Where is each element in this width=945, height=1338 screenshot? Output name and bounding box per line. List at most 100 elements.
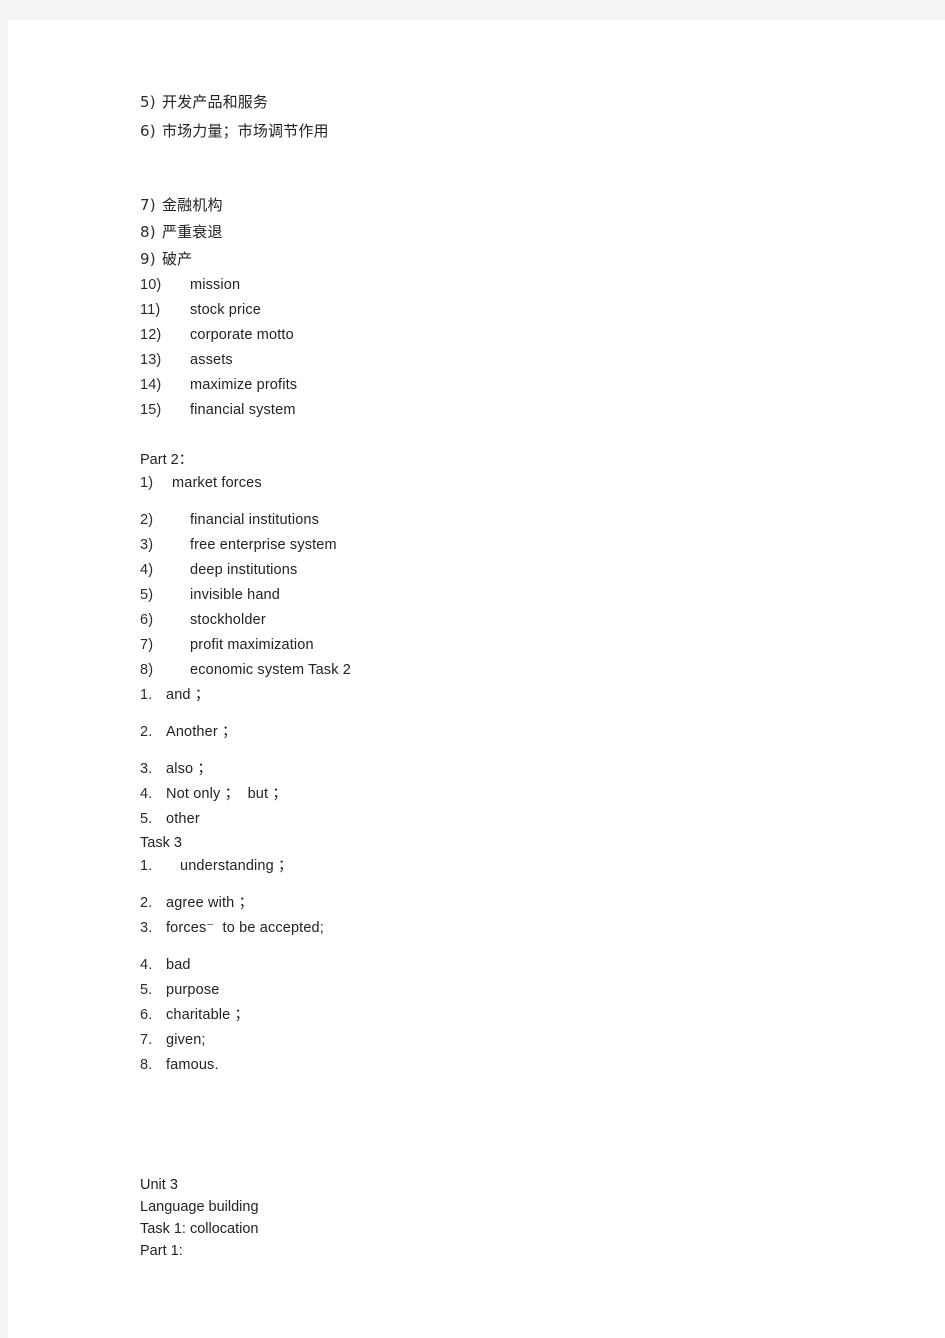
- part-2-heading: Part 2：: [140, 452, 194, 468]
- list-item-text: assets: [190, 352, 233, 368]
- list-item: 5) invisible hand: [140, 583, 900, 608]
- task-3-heading: Task 3: [140, 835, 182, 851]
- list-item: 5) 开发产品和服务: [140, 88, 900, 117]
- list-item-text: purpose: [166, 982, 220, 998]
- list-item-text: 破产: [162, 250, 193, 268]
- list-marker: 13): [140, 352, 162, 368]
- part-2-list: 1) market forces 2) financial institutions…: [140, 471, 900, 683]
- list-item: 13) assets: [140, 348, 900, 373]
- list-item-text: given;: [166, 1032, 206, 1048]
- list-item: 8) 严重衰退: [140, 219, 900, 246]
- list-marker: 4.: [140, 786, 153, 802]
- list-item: 14) maximize profits: [140, 373, 900, 398]
- list-item: 3) free enterprise system: [140, 533, 900, 558]
- list-item: 1. understanding ；: [140, 854, 900, 879]
- task-1-collocation-heading: Task 1: collocation: [140, 1221, 259, 1237]
- list-item-text: stock price: [190, 302, 261, 318]
- list-item: 3. forces⁻ to be accepted;: [140, 916, 900, 941]
- list-marker: 8): [140, 662, 154, 678]
- list-item: 6. charitable ；: [140, 1003, 900, 1028]
- list-item-text: financial institutions: [190, 512, 320, 528]
- list-item-text: understanding ；: [180, 858, 293, 874]
- list-item: 1. and ；: [140, 683, 900, 708]
- list-item-text: famous.: [166, 1057, 219, 1073]
- list-item: 2. Another ；: [140, 720, 900, 745]
- list-marker: 4.: [140, 957, 153, 973]
- list-item-text: other: [166, 811, 200, 827]
- answer-list-section-one-a: 5) 开发产品和服务 6) 市场力量；市场调节作用: [140, 88, 900, 146]
- list-marker: 11): [140, 302, 161, 318]
- list-marker: 10): [140, 277, 162, 293]
- list-marker: 5.: [140, 982, 153, 998]
- list-marker: 7.: [140, 1032, 153, 1048]
- list-item-text: deep institutions: [190, 562, 298, 578]
- list-item-text: invisible hand: [190, 587, 280, 603]
- list-marker: 6.: [140, 1007, 153, 1023]
- list-item: 2. agree with ；: [140, 891, 900, 916]
- list-item-text: agree with ；: [166, 895, 254, 911]
- list-marker: 3): [140, 537, 154, 553]
- list-item: 8. famous.: [140, 1053, 900, 1078]
- list-item: 8) economic system Task 2: [140, 658, 900, 683]
- list-marker: 2): [140, 512, 154, 528]
- list-item: 1) market forces: [140, 471, 900, 496]
- unit-3-title: Unit 3: [140, 1177, 178, 1193]
- list-item: 6) stockholder: [140, 608, 900, 633]
- list-marker: 3.: [140, 920, 153, 936]
- document-body: 5) 开发产品和服务 6) 市场力量；市场调节作用 7) 金融机构 8) 严重衰退 9)…: [140, 88, 900, 1262]
- list-marker: 6): [140, 122, 156, 140]
- task-3-list: 1. understanding ； 2. agree with ； 3. force…: [140, 854, 900, 1078]
- list-marker: 12): [140, 327, 162, 343]
- list-marker: 2.: [140, 724, 153, 740]
- list-item-text: market forces: [172, 475, 262, 491]
- list-item-text: Another ；: [166, 724, 237, 740]
- list-marker: 9): [140, 250, 156, 268]
- list-item-text: charitable ；: [166, 1007, 250, 1023]
- list-item-text: 市场力量；市场调节作用: [162, 122, 329, 140]
- list-item: 11) stock price: [140, 298, 900, 323]
- list-item: 9) 破产: [140, 246, 900, 273]
- list-item-text: maximize profits: [190, 377, 298, 393]
- list-marker: 5.: [140, 811, 153, 827]
- list-item-text: stockholder: [190, 612, 266, 628]
- list-item: 12) corporate motto: [140, 323, 900, 348]
- list-item-text: 严重衰退: [162, 223, 223, 241]
- list-marker: 15): [140, 402, 162, 418]
- list-item-text: profit maximization: [190, 637, 314, 653]
- list-item: 5. purpose: [140, 978, 900, 1003]
- list-item: 7) 金融机构: [140, 192, 900, 219]
- list-marker: 7): [140, 637, 154, 653]
- list-marker: 1): [140, 475, 154, 491]
- task-2-list: 1. and ； 2. Another ； 3. also ； 4. Not only …: [140, 683, 900, 832]
- list-item-text: also ；: [166, 761, 213, 777]
- list-marker: 3.: [140, 761, 153, 777]
- list-marker: 6): [140, 612, 154, 628]
- list-item-text: free enterprise system: [190, 537, 337, 553]
- list-marker: 7): [140, 196, 156, 214]
- list-marker: 14): [140, 377, 162, 393]
- document-page: 5) 开发产品和服务 6) 市场力量；市场调节作用 7) 金融机构 8) 严重衰退 9)…: [8, 20, 945, 1338]
- list-item: 5. other: [140, 807, 900, 832]
- list-marker: 4): [140, 562, 154, 578]
- list-item: 4) deep institutions: [140, 558, 900, 583]
- list-item-text: bad: [166, 957, 191, 973]
- list-item: 7. given;: [140, 1028, 900, 1053]
- list-marker: 2.: [140, 895, 153, 911]
- answer-list-section-one-b: 7) 金融机构 8) 严重衰退 9) 破产 10) mission 11) stock p…: [140, 192, 900, 423]
- list-item: 4. bad: [140, 953, 900, 978]
- list-item-text: 金融机构: [162, 196, 223, 214]
- unit-3-block: Unit 3 Language building Task 1: colloca…: [140, 1174, 900, 1262]
- list-marker: 1.: [140, 858, 153, 874]
- list-marker: 8): [140, 223, 156, 241]
- language-building-heading: Language building: [140, 1199, 259, 1215]
- list-item-text: mission: [190, 277, 241, 293]
- list-item: 6) 市场力量；市场调节作用: [140, 117, 900, 146]
- list-marker: 5): [140, 93, 156, 111]
- list-item-text: and ；: [166, 687, 210, 703]
